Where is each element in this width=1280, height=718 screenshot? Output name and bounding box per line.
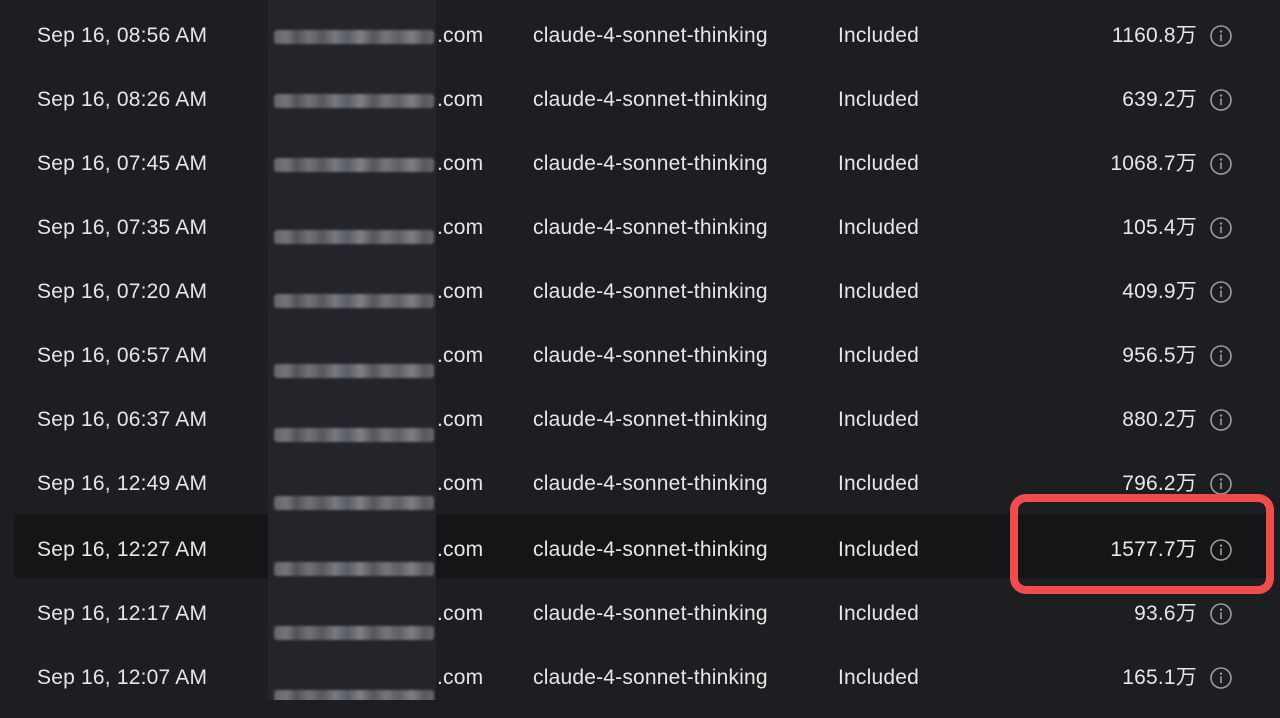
row-user-domain: .com — [437, 344, 484, 367]
row-kind: Included — [838, 152, 919, 175]
row-token-amount: 880.2万 — [1122, 408, 1197, 431]
info-circle-icon[interactable] — [1209, 216, 1233, 240]
row-date: Sep 16, 08:56 AM — [37, 24, 208, 47]
row-date: Sep 16, 12:27 AM — [37, 538, 208, 561]
table-row-highlighted: Sep 16, 12:27 AM .com claude-4-sonnet-th… — [14, 514, 1266, 578]
redacted-text — [274, 428, 434, 442]
redacted-text — [274, 230, 434, 244]
redacted-text — [274, 94, 434, 108]
row-user-domain: .com — [437, 280, 484, 303]
row-model: claude-4-sonnet-thinking — [533, 666, 768, 689]
table-row: Sep 16, 07:35 AM .com claude-4-sonnet-th… — [0, 192, 1280, 256]
table-row: Sep 16, 12:17 AM .com claude-4-sonnet-th… — [0, 578, 1280, 642]
row-model: claude-4-sonnet-thinking — [533, 602, 768, 625]
row-user-domain: .com — [437, 408, 484, 431]
row-user-domain: .com — [437, 538, 484, 561]
row-date: Sep 16, 07:20 AM — [37, 280, 208, 303]
row-kind: Included — [838, 472, 919, 495]
row-kind: Included — [838, 24, 919, 47]
table-row: Sep 16, 07:45 AM .com claude-4-sonnet-th… — [0, 128, 1280, 192]
row-user-domain: .com — [437, 88, 484, 111]
info-circle-icon[interactable] — [1209, 344, 1233, 368]
row-token-amount: 1577.7万 — [1110, 538, 1197, 561]
table-row: Sep 16, 06:37 AM .com claude-4-sonnet-th… — [0, 384, 1280, 448]
redacted-text — [274, 364, 434, 378]
row-model: claude-4-sonnet-thinking — [533, 472, 768, 495]
row-date: Sep 16, 07:45 AM — [37, 152, 208, 175]
row-kind: Included — [838, 216, 919, 239]
row-user-domain: .com — [437, 152, 484, 175]
info-circle-icon[interactable] — [1209, 602, 1233, 626]
row-date: Sep 16, 12:17 AM — [37, 602, 208, 625]
row-model: claude-4-sonnet-thinking — [533, 88, 768, 111]
table-row: Sep 16, 08:56 AM .com claude-4-sonnet-th… — [0, 0, 1280, 64]
row-date: Sep 16, 06:57 AM — [37, 344, 208, 367]
row-model: claude-4-sonnet-thinking — [533, 344, 768, 367]
table-row: Sep 16, 07:20 AM .com claude-4-sonnet-th… — [0, 256, 1280, 320]
redacted-text — [274, 626, 434, 640]
redacted-email-column — [268, 0, 436, 700]
table-row: Sep 16, 12:07 AM .com claude-4-sonnet-th… — [0, 642, 1280, 706]
info-circle-icon[interactable] — [1209, 538, 1233, 562]
row-user-domain: .com — [437, 472, 484, 495]
row-kind: Included — [838, 280, 919, 303]
row-model: claude-4-sonnet-thinking — [533, 152, 768, 175]
info-circle-icon[interactable] — [1209, 88, 1233, 112]
redacted-text — [274, 496, 434, 510]
row-user-domain: .com — [437, 666, 484, 689]
table-row: Sep 16, 08:26 AM .com claude-4-sonnet-th… — [0, 64, 1280, 128]
row-date: Sep 16, 08:26 AM — [37, 88, 208, 111]
row-token-amount: 165.1万 — [1122, 666, 1197, 689]
info-circle-icon[interactable] — [1209, 408, 1233, 432]
row-token-amount: 409.9万 — [1122, 280, 1197, 303]
info-circle-icon[interactable] — [1209, 472, 1233, 496]
row-user-domain: .com — [437, 216, 484, 239]
row-kind: Included — [838, 408, 919, 431]
row-kind: Included — [838, 88, 919, 111]
info-circle-icon[interactable] — [1209, 666, 1233, 690]
row-date: Sep 16, 12:07 AM — [37, 666, 208, 689]
info-circle-icon[interactable] — [1209, 152, 1233, 176]
table-row: Sep 16, 06:57 AM .com claude-4-sonnet-th… — [0, 320, 1280, 384]
table-row: Sep 16, 12:49 AM .com claude-4-sonnet-th… — [0, 448, 1280, 512]
row-model: claude-4-sonnet-thinking — [533, 216, 768, 239]
usage-events-table: Sep 16, 08:56 AM .com claude-4-sonnet-th… — [0, 0, 1280, 718]
redacted-text — [274, 690, 434, 700]
row-date: Sep 16, 06:37 AM — [37, 408, 208, 431]
row-model: claude-4-sonnet-thinking — [533, 538, 768, 561]
row-model: claude-4-sonnet-thinking — [533, 408, 768, 431]
row-token-amount: 1068.7万 — [1110, 152, 1197, 175]
row-token-amount: 796.2万 — [1122, 472, 1197, 495]
redacted-text — [274, 30, 434, 44]
redacted-text — [274, 294, 434, 308]
row-date: Sep 16, 07:35 AM — [37, 216, 208, 239]
row-token-amount: 956.5万 — [1122, 344, 1197, 367]
row-user-domain: .com — [437, 602, 484, 625]
row-token-amount: 93.6万 — [1134, 602, 1197, 625]
row-model: claude-4-sonnet-thinking — [533, 280, 768, 303]
row-kind: Included — [838, 602, 919, 625]
redacted-text — [274, 562, 434, 576]
row-token-amount: 105.4万 — [1122, 216, 1197, 239]
row-kind: Included — [838, 666, 919, 689]
info-circle-icon[interactable] — [1209, 280, 1233, 304]
row-token-amount: 1160.8万 — [1111, 24, 1197, 47]
row-token-amount: 639.2万 — [1122, 88, 1197, 111]
row-kind: Included — [838, 344, 919, 367]
row-user-domain: .com — [437, 24, 484, 47]
info-circle-icon[interactable] — [1209, 24, 1233, 48]
row-date: Sep 16, 12:49 AM — [37, 472, 208, 495]
row-model: claude-4-sonnet-thinking — [533, 24, 768, 47]
redacted-text — [274, 158, 434, 172]
row-kind: Included — [838, 538, 919, 561]
